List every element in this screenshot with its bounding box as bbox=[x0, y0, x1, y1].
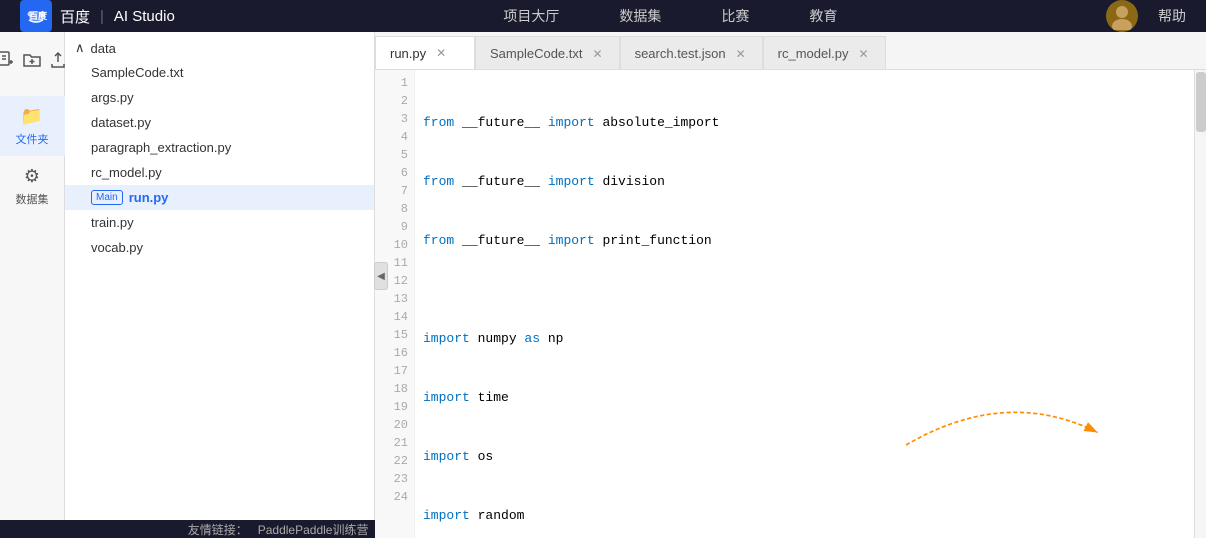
svg-text:百度: 百度 bbox=[29, 10, 47, 21]
file-list: ∧ data SampleCode.txt args.py dataset.py… bbox=[65, 32, 374, 520]
editor-wrapper: run.py ✕ SampleCode.txt ✕ search.test.js… bbox=[375, 32, 1206, 520]
new-folder-icon[interactable] bbox=[23, 51, 41, 73]
file-panel: ∧ data SampleCode.txt args.py dataset.py… bbox=[65, 32, 375, 520]
nav-dataset[interactable]: 数据集 bbox=[619, 6, 661, 26]
folder-data[interactable]: ∧ data bbox=[65, 36, 374, 60]
file-run-label: run.py bbox=[129, 190, 169, 205]
avatar[interactable] bbox=[1106, 0, 1138, 32]
sidebar-nav: 📁 文件夹 ⚙ 数据集 bbox=[0, 96, 65, 216]
file-item-dataset[interactable]: dataset.py bbox=[65, 110, 374, 135]
nav-project-hall[interactable]: 项目大厅 bbox=[503, 6, 559, 26]
file-item-rcmodel[interactable]: rc_model.py bbox=[65, 160, 374, 185]
sidebar-item-files-label: 文件夹 bbox=[16, 131, 49, 147]
tab-bar: run.py ✕ SampleCode.txt ✕ search.test.js… bbox=[375, 32, 1206, 70]
top-nav: 百度 百度 | AI Studio 项目大厅 数据集 比赛 教育 帮助 bbox=[0, 0, 1206, 32]
line-numbers: 123456789101112131415161718192021222324 bbox=[375, 70, 415, 538]
dataset-icon: ⚙ bbox=[24, 166, 40, 187]
new-file-icon[interactable] bbox=[0, 51, 15, 73]
file-item-vocab[interactable]: vocab.py bbox=[65, 235, 374, 260]
tab-search-test-label: search.test.json bbox=[635, 46, 726, 61]
sidebar-item-files[interactable]: 📁 文件夹 bbox=[0, 96, 65, 156]
tab-samplecode-close[interactable]: ✕ bbox=[591, 45, 605, 63]
nav-education[interactable]: 教育 bbox=[809, 6, 837, 26]
code-editor[interactable]: 123456789101112131415161718192021222324 … bbox=[375, 70, 1206, 538]
folder-icon: 📁 bbox=[21, 106, 43, 127]
logo: 百度 百度 | AI Studio bbox=[20, 0, 175, 32]
scrollbar[interactable] bbox=[1194, 70, 1206, 538]
file-item-paragraph[interactable]: paragraph_extraction.py bbox=[65, 135, 374, 160]
editor-area: run.py ✕ SampleCode.txt ✕ search.test.js… bbox=[375, 32, 1206, 538]
tab-run-py[interactable]: run.py ✕ bbox=[375, 36, 475, 70]
folder-name: data bbox=[91, 41, 116, 56]
baidu-logo-icon: 百度 bbox=[20, 0, 52, 32]
scrollbar-thumb[interactable] bbox=[1196, 72, 1206, 132]
tab-search-test[interactable]: search.test.json ✕ bbox=[620, 36, 763, 70]
sidebar: 📁 文件夹 ⚙ 数据集 bbox=[0, 32, 65, 520]
tab-run-py-close[interactable]: ✕ bbox=[434, 44, 448, 62]
main-badge: Main bbox=[91, 190, 123, 205]
footer-prefix: 友情链接： bbox=[188, 521, 248, 538]
help-link[interactable]: 帮助 bbox=[1158, 6, 1186, 26]
tab-run-py-label: run.py bbox=[390, 46, 426, 61]
tab-rc-model-label: rc_model.py bbox=[778, 46, 849, 61]
nav-competition[interactable]: 比赛 bbox=[721, 6, 749, 26]
nav-right: 帮助 bbox=[1106, 0, 1186, 32]
footer-link-1[interactable]: PaddlePaddle训练营 bbox=[258, 521, 369, 538]
code-content: 123456789101112131415161718192021222324 … bbox=[375, 70, 1206, 538]
file-item-run[interactable]: Main run.py bbox=[65, 185, 374, 210]
code-lines: from __future__ import absolute_import f… bbox=[415, 70, 1206, 538]
file-item-train[interactable]: train.py bbox=[65, 210, 374, 235]
file-item-args[interactable]: args.py bbox=[65, 85, 374, 110]
file-item-samplecode[interactable]: SampleCode.txt bbox=[65, 60, 374, 85]
baidu-label: 百度 bbox=[60, 6, 90, 27]
tab-rc-model-close[interactable]: ✕ bbox=[856, 45, 870, 63]
ai-studio-label: AI Studio bbox=[114, 8, 175, 25]
sidebar-item-dataset-label: 数据集 bbox=[16, 191, 49, 207]
panel-collapse-button[interactable]: ◀ bbox=[374, 262, 388, 290]
chevron-down-icon: ∧ bbox=[75, 40, 85, 56]
tab-rc-model[interactable]: rc_model.py ✕ bbox=[763, 36, 886, 70]
sidebar-item-dataset[interactable]: ⚙ 数据集 bbox=[0, 156, 65, 216]
nav-links: 项目大厅 数据集 比赛 教育 bbox=[235, 6, 1106, 26]
tab-search-test-close[interactable]: ✕ bbox=[734, 45, 748, 63]
tab-samplecode[interactable]: SampleCode.txt ✕ bbox=[475, 36, 620, 70]
tab-samplecode-label: SampleCode.txt bbox=[490, 46, 583, 61]
